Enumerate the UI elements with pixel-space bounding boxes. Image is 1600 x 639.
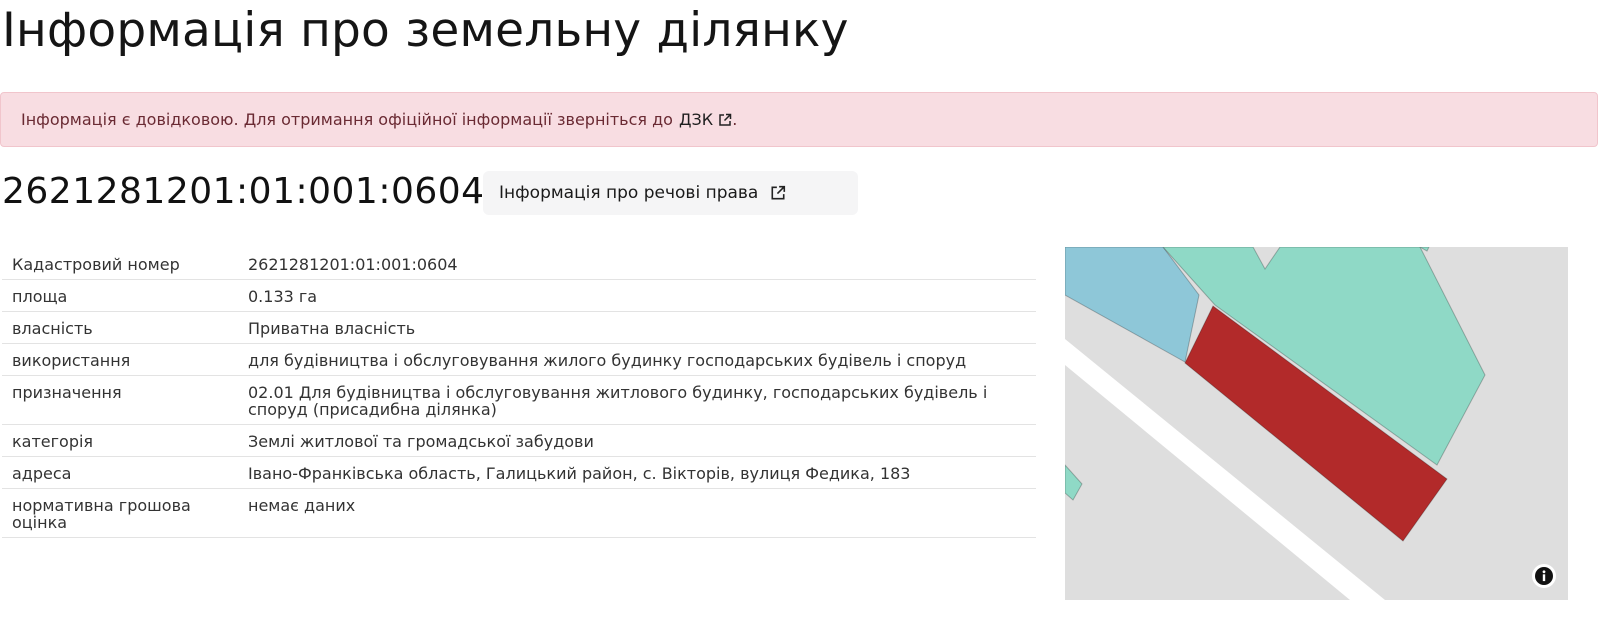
table-row: призначення 02.01 Для будівництва і обсл…	[2, 375, 1036, 425]
table-row: категорія Землі житлової та громадської …	[2, 424, 1036, 457]
alert-tail: .	[732, 110, 738, 129]
table-row: площа 0.133 га	[2, 279, 1036, 312]
row-value: Землі житлової та громадської забудови	[238, 424, 1036, 457]
external-link-icon	[771, 185, 786, 200]
table-row: нормативна грошова оцінка немає даних	[2, 488, 1036, 538]
row-value: 2621281201:01:001:0604	[238, 247, 1036, 280]
row-value: 0.133 га	[238, 279, 1036, 312]
row-value: Приватна власність	[238, 311, 1036, 344]
map-info-button[interactable]	[1532, 564, 1556, 588]
disclaimer-alert: Інформація є довідковою. Для отримання о…	[0, 92, 1598, 147]
table-row: власність Приватна власність	[2, 311, 1036, 344]
parcel-map[interactable]	[1065, 247, 1568, 600]
external-link-icon	[719, 113, 732, 126]
row-value: Івано-Франківська область, Галицький рай…	[238, 456, 1036, 489]
row-label: власність	[2, 311, 238, 344]
dzk-link-label: ДЗК	[678, 110, 714, 129]
property-rights-button-label: Інформація про речові права	[499, 183, 759, 203]
row-label: категорія	[2, 424, 238, 457]
row-label: використання	[2, 343, 238, 376]
property-rights-button[interactable]: Інформація про речові права	[483, 171, 858, 215]
cadastral-number-heading: 2621281201:01:001:0604	[2, 171, 485, 212]
row-label: адреса	[2, 456, 238, 489]
row-value: немає даних	[238, 488, 1036, 538]
row-label: нормативна грошова оцінка	[2, 488, 238, 538]
table-row: Кадастровий номер 2621281201:01:001:0604	[2, 247, 1036, 280]
alert-text: Інформація є довідковою. Для отримання о…	[21, 110, 673, 129]
row-label: призначення	[2, 375, 238, 425]
page-title: Інформація про земельну ділянку	[2, 3, 849, 58]
map-canvas[interactable]	[1065, 247, 1568, 600]
row-label: площа	[2, 279, 238, 312]
row-value: 02.01 Для будівництва і обслуговування ж…	[238, 375, 1036, 425]
info-icon	[1535, 567, 1553, 585]
row-value: для будівництва і обслуговування жилого …	[238, 343, 1036, 376]
table-row: використання для будівництва і обслугову…	[2, 343, 1036, 376]
parcel-details-table: Кадастровий номер 2621281201:01:001:0604…	[2, 247, 1036, 538]
row-label: Кадастровий номер	[2, 247, 238, 280]
dzk-link[interactable]: ДЗК	[679, 110, 732, 129]
table-row: адреса Івано-Франківська область, Галиць…	[2, 456, 1036, 489]
